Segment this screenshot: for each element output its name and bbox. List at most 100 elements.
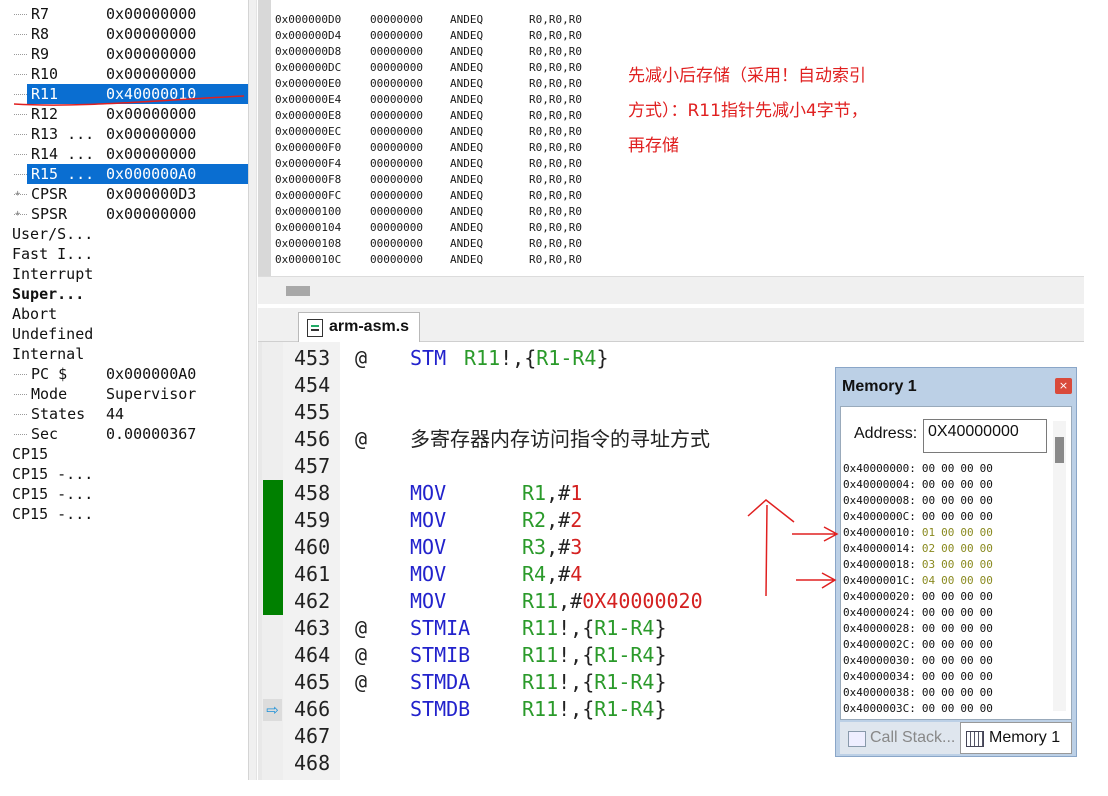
register-name: Abort: [12, 305, 58, 323]
register-row[interactable]: Internal: [0, 344, 248, 364]
register-name: Mode: [31, 385, 68, 403]
annotation-line-3: 再存储: [628, 136, 679, 156]
register-row[interactable]: Mode Supervisor: [0, 384, 248, 404]
memory-row[interactable]: 0x40000038: 00 00 00 00: [843, 685, 993, 701]
expand-icon[interactable]: +: [15, 210, 20, 219]
register-row[interactable]: R12 0x00000000: [0, 104, 248, 124]
register-row[interactable]: R7 0x00000000: [0, 4, 248, 24]
memory-vertical-scrollbar[interactable]: [1053, 421, 1066, 711]
register-row[interactable]: Undefined: [0, 324, 248, 344]
register-row[interactable]: CP15 -...: [0, 504, 248, 524]
register-name: User/S...: [12, 225, 94, 243]
memory-byte: 03: [921, 558, 936, 571]
dest-register: R11: [522, 697, 559, 721]
instruction-mnemonic: STMDA: [410, 670, 471, 694]
register-name: R13 ...: [31, 125, 95, 143]
memory-byte: 00: [979, 686, 993, 699]
disasm-mnemonic: ANDEQ: [450, 157, 484, 170]
disasm-mnemonic: ANDEQ: [450, 109, 484, 122]
source-operand: 4: [570, 562, 583, 586]
register-row[interactable]: + SPSR 0x00000000: [0, 204, 248, 224]
source-operand: 0X40000020: [582, 589, 703, 613]
memory-byte: 00: [979, 702, 993, 715]
line-number: 464: [294, 643, 331, 667]
memory-byte: 00: [979, 590, 993, 603]
tab-memory-1[interactable]: Memory 1: [960, 722, 1072, 754]
disasm-operands: R0,R0,R0: [529, 13, 582, 26]
memory-row[interactable]: 0x4000000C: 00 00 00 00: [843, 509, 993, 525]
memory-byte: 00: [941, 606, 955, 619]
scrollbar-thumb[interactable]: [286, 286, 310, 296]
register-row[interactable]: User/S...: [0, 224, 248, 244]
register-row[interactable]: States 44: [0, 404, 248, 424]
register-row[interactable]: R14 ... 0x00000000: [0, 144, 248, 164]
disasm-mnemonic: ANDEQ: [450, 125, 484, 138]
register-row[interactable]: Abort: [0, 304, 248, 324]
address-input[interactable]: 0X40000000: [923, 419, 1047, 453]
disasm-address: 0x00000108: [275, 237, 342, 250]
source-operand: R1-R4: [594, 616, 655, 640]
memory-row[interactable]: 0x40000018: 03 00 00 00: [843, 557, 993, 573]
memory-row[interactable]: 0x40000014: 02 00 00 00: [843, 541, 993, 557]
memory-byte: 00: [941, 574, 955, 587]
memory-row[interactable]: 0x40000000: 00 00 00 00: [843, 461, 993, 477]
register-row[interactable]: CP15 -...: [0, 484, 248, 504]
instruction-mnemonic: MOV: [410, 508, 447, 532]
memory-row[interactable]: 0x40000010: 01 00 00 00: [843, 525, 993, 541]
register-name: PC $: [31, 365, 68, 383]
memory-row[interactable]: 0x40000034: 00 00 00 00: [843, 669, 993, 685]
register-row[interactable]: R15 ... 0x000000A0: [0, 164, 248, 184]
close-icon[interactable]: ×: [1055, 378, 1072, 394]
memory-byte: 00: [960, 542, 974, 555]
memory-byte: 00: [941, 670, 955, 683]
register-row[interactable]: CP15 -...: [0, 464, 248, 484]
register-row[interactable]: Super...: [0, 284, 248, 304]
memory-address: 0x4000002C:: [843, 638, 916, 651]
register-value: 0x00000000: [106, 125, 197, 143]
operand-separator: !,{: [558, 643, 595, 667]
disasm-address: 0x000000D0: [275, 13, 342, 26]
panel-splitter[interactable]: [248, 0, 257, 780]
register-row[interactable]: + CPSR 0x000000D3: [0, 184, 248, 204]
register-row[interactable]: R13 ... 0x00000000: [0, 124, 248, 144]
memory-row[interactable]: 0x40000004: 00 00 00 00: [843, 477, 993, 493]
memory-row[interactable]: 0x40000030: 00 00 00 00: [843, 653, 993, 669]
operand-close: }: [596, 346, 609, 370]
memory-row[interactable]: 0x40000020: 00 00 00 00: [843, 589, 993, 605]
tab-arm-asm[interactable]: arm-asm.s: [298, 312, 420, 343]
memory-byte: 00: [979, 654, 993, 667]
register-row[interactable]: Sec 0.00000367: [0, 424, 248, 444]
instruction-mnemonic: STMDB: [410, 697, 471, 721]
memory-byte: 00: [979, 574, 993, 587]
register-row[interactable]: CP15: [0, 444, 248, 464]
line-number: 468: [294, 751, 331, 775]
tab-call-stack-label: Call Stack...: [870, 729, 956, 746]
scrollbar-thumb[interactable]: [1055, 437, 1064, 463]
memory-byte: 00: [941, 686, 955, 699]
operand-separator: ,#: [546, 508, 571, 532]
register-row[interactable]: Interrupt: [0, 264, 248, 284]
disassembly-horizontal-scrollbar[interactable]: [258, 276, 1084, 304]
memory-row[interactable]: 0x40000024: 00 00 00 00: [843, 605, 993, 621]
register-name: Sec: [31, 425, 59, 443]
tab-call-stack[interactable]: Call Stack...: [840, 724, 960, 752]
memory-byte: 02: [921, 542, 936, 555]
register-row[interactable]: Fast I...: [0, 244, 248, 264]
register-row[interactable]: PC $ 0x000000A0: [0, 364, 248, 384]
line-number: 459: [294, 508, 331, 532]
memory-row[interactable]: 0x4000002C: 00 00 00 00: [843, 637, 993, 653]
register-row[interactable]: R8 0x00000000: [0, 24, 248, 44]
register-value: 0.00000367: [106, 425, 197, 443]
register-name: CP15 -...: [12, 505, 94, 523]
expand-icon[interactable]: +: [15, 190, 20, 199]
memory-row[interactable]: 0x40000028: 00 00 00 00: [843, 621, 993, 637]
register-row[interactable]: R10 0x00000000: [0, 64, 248, 84]
memory-row[interactable]: 0x4000003C: 00 00 00 00: [843, 701, 993, 717]
register-row[interactable]: R9 0x00000000: [0, 44, 248, 64]
register-name: CPSR: [31, 185, 68, 203]
tree-connector: [14, 34, 27, 35]
memory-row[interactable]: 0x40000008: 00 00 00 00: [843, 493, 993, 509]
disasm-address: 0x000000E4: [275, 93, 342, 106]
register-row[interactable]: R11 0x40000010: [0, 84, 248, 104]
memory-row[interactable]: 0x4000001C: 04 00 00 00: [843, 573, 993, 589]
